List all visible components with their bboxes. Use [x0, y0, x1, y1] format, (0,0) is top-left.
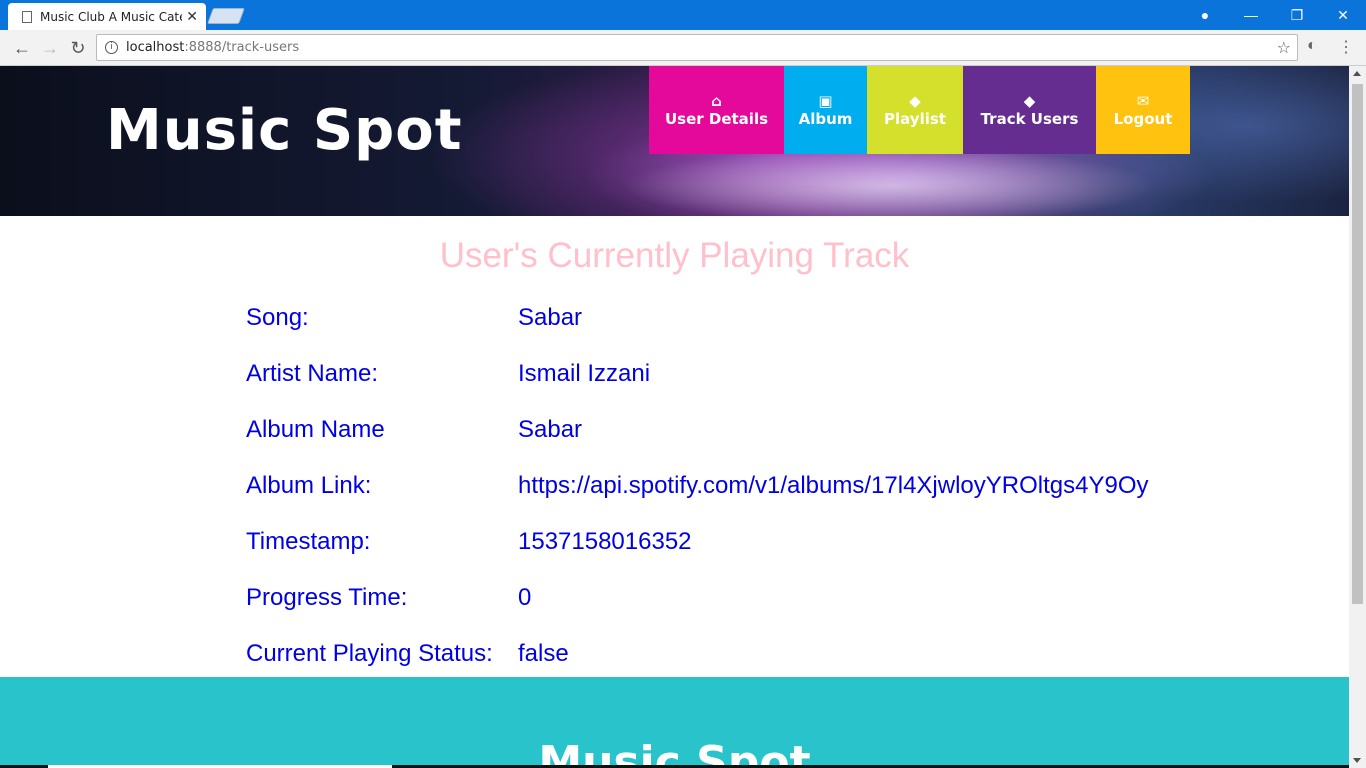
detail-label: Timestamp:: [246, 528, 371, 555]
home-icon: ⌂: [711, 92, 722, 110]
info-icon[interactable]: i: [105, 41, 118, 54]
nav-label: Track Users: [980, 110, 1079, 128]
browser-toolbar: ← → ↻ i localhost:8888/track-users ☆ ◐ ⋮: [0, 30, 1366, 66]
nav-label: Logout: [1113, 110, 1173, 128]
nav-playlist[interactable]: ◆ Playlist: [867, 66, 963, 154]
track-details: User's Currently Playing Track Song: Sab…: [0, 216, 1349, 677]
address-bar[interactable]: i localhost:8888/track-users ☆: [96, 34, 1298, 61]
nav-logout[interactable]: ✉ Logout: [1096, 66, 1190, 154]
tab-title: Music Club A Music Cate: [40, 9, 183, 24]
detail-value: Sabar: [518, 416, 583, 443]
menu-kebab-icon[interactable]: ⋮: [1338, 37, 1354, 57]
detail-value: Sabar: [518, 304, 583, 331]
main-nav: ⌂ User Details ▣ Album ◆ Playlist ◆ Trac…: [649, 66, 1190, 154]
scrollbar-thumb[interactable]: [1352, 84, 1363, 604]
detail-value: Ismail Izzani: [518, 360, 651, 387]
scroll-down-icon[interactable]: [1353, 758, 1361, 763]
back-button[interactable]: ←: [10, 36, 34, 60]
browser-tab[interactable]: Music Club A Music Cate ✕: [8, 3, 206, 30]
footer-logo: Music Spot: [538, 737, 811, 768]
detail-value: 0: [518, 584, 532, 611]
close-window-button[interactable]: ✕: [1320, 0, 1366, 30]
new-tab-button[interactable]: [207, 8, 245, 24]
nav-label: User Details: [664, 110, 769, 128]
url-path: :8888/track-users: [184, 40, 300, 55]
image-icon: ▣: [818, 92, 833, 110]
detail-label: Album Link:: [246, 472, 372, 499]
album-link[interactable]: https://api.spotify.com/v1/albums/17l4Xj…: [518, 472, 1149, 500]
detail-value: false: [518, 640, 569, 667]
detail-label: Song:: [246, 304, 309, 331]
detail-value: 1537158016352: [518, 528, 692, 555]
nav-album[interactable]: ▣ Album: [784, 66, 867, 154]
web-page: Music Spot ⌂ User Details ▣ Album ◆ Play…: [0, 66, 1349, 768]
close-tab-icon[interactable]: ✕: [186, 8, 198, 25]
profile-icon[interactable]: ●: [1182, 0, 1228, 30]
bookmark-star-icon[interactable]: ☆: [1277, 38, 1291, 57]
site-logo[interactable]: Music Spot: [106, 98, 462, 163]
nav-user-details[interactable]: ⌂ User Details: [649, 66, 784, 154]
restore-button[interactable]: ❐: [1274, 0, 1320, 30]
tags-icon: ◆: [1023, 92, 1036, 110]
nav-label: Playlist: [884, 110, 946, 128]
url-host: localhost: [126, 40, 185, 55]
document-icon: [22, 10, 32, 23]
forward-button[interactable]: →: [38, 36, 62, 60]
header-banner: Music Spot ⌂ User Details ▣ Album ◆ Play…: [0, 66, 1349, 216]
detail-label: Progress Time:: [246, 584, 408, 611]
detail-label: Album Name: [246, 416, 385, 443]
envelope-icon: ✉: [1136, 92, 1150, 110]
page-title: User's Currently Playing Track: [439, 236, 910, 275]
nav-track-users[interactable]: ◆ Track Users: [963, 66, 1096, 154]
scroll-up-icon[interactable]: [1353, 71, 1361, 76]
minimize-button[interactable]: —: [1228, 0, 1274, 30]
browser-tabstrip: Music Club A Music Cate ✕ ● — ❐ ✕: [0, 0, 1366, 30]
reload-button[interactable]: ↻: [66, 36, 90, 60]
extension-icon[interactable]: ◐: [1307, 37, 1317, 55]
tags-icon: ◆: [909, 92, 921, 110]
site-footer: Music Spot: [0, 677, 1349, 768]
page-scrollbar[interactable]: [1349, 66, 1366, 768]
detail-label: Artist Name:: [246, 360, 379, 387]
nav-label: Album: [798, 110, 853, 128]
detail-label: Current Playing Status:: [246, 640, 493, 667]
